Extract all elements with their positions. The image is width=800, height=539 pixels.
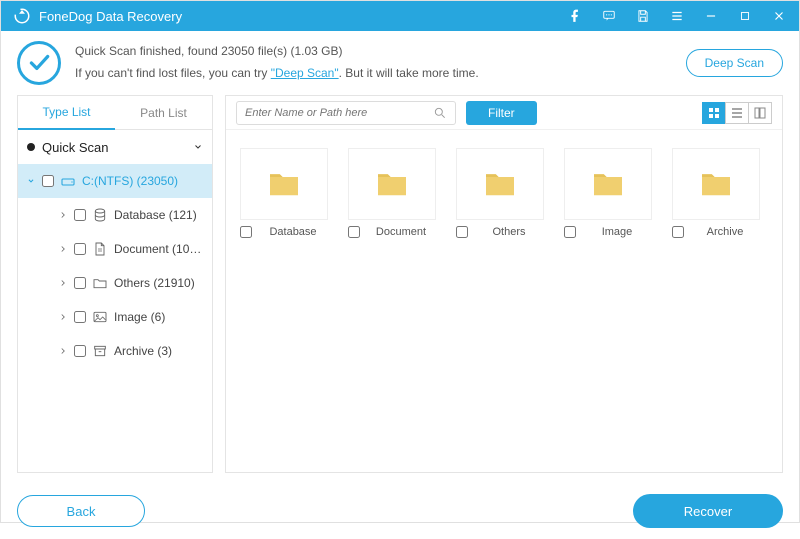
- view-switch: [702, 102, 772, 124]
- search-input-wrap[interactable]: [236, 101, 456, 125]
- scan-summary: Quick Scan finished, found 23050 file(s)…: [75, 41, 479, 63]
- bullet-icon: [26, 142, 36, 152]
- tree-root-quickscan[interactable]: Quick Scan: [18, 130, 212, 164]
- deep-scan-button[interactable]: Deep Scan: [686, 49, 783, 77]
- tree-item-label: Others (21910): [114, 276, 204, 290]
- tree-root-label: Quick Scan: [42, 140, 186, 155]
- deep-scan-link[interactable]: "Deep Scan": [271, 66, 339, 80]
- save-icon[interactable]: [635, 8, 651, 24]
- content-panel: Filter Database: [225, 95, 783, 473]
- sidebar: Type List Path List Quick Scan C:(NTFS) …: [17, 95, 213, 473]
- app-title: FoneDog Data Recovery: [39, 9, 182, 24]
- tree-item-checkbox[interactable]: [74, 277, 86, 289]
- folder-label: Image: [582, 226, 652, 238]
- drive-icon: [60, 173, 76, 189]
- folder-item-archive[interactable]: Archive: [672, 148, 760, 238]
- feedback-icon[interactable]: [601, 8, 617, 24]
- scan-hint: If you can't find lost files, you can tr…: [75, 63, 479, 85]
- menu-icon[interactable]: [669, 8, 685, 24]
- folder-checkbox[interactable]: [564, 226, 576, 238]
- folder-checkbox[interactable]: [240, 226, 252, 238]
- tab-path-list[interactable]: Path List: [115, 96, 212, 130]
- close-icon[interactable]: [771, 8, 787, 24]
- bottom-bar: Back Recover: [1, 483, 799, 539]
- chevron-down-icon: [26, 176, 36, 186]
- search-input[interactable]: [245, 107, 433, 119]
- filter-button[interactable]: Filter: [466, 101, 537, 125]
- tree-item-image[interactable]: Image (6): [18, 300, 212, 334]
- folder-grid: Database Document Others: [226, 130, 782, 256]
- sidebar-tabs: Type List Path List: [18, 96, 212, 130]
- back-button[interactable]: Back: [17, 495, 145, 527]
- chevron-right-icon: [58, 244, 68, 254]
- database-icon: [92, 207, 108, 223]
- tree-item-label: Archive (3): [114, 344, 204, 358]
- window-controls: [567, 8, 787, 24]
- tree-item-document[interactable]: Document (1010): [18, 232, 212, 266]
- folder-item-image[interactable]: Image: [564, 148, 652, 238]
- maximize-icon[interactable]: [737, 8, 753, 24]
- chevron-right-icon: [58, 346, 68, 356]
- titlebar: FoneDog Data Recovery: [1, 1, 799, 31]
- tree-item-checkbox[interactable]: [74, 345, 86, 357]
- tree-drive-label: C:(NTFS) (23050): [82, 174, 204, 188]
- view-grid-button[interactable]: [702, 102, 726, 124]
- folder-item-database[interactable]: Database: [240, 148, 328, 238]
- folder-icon: [672, 148, 760, 220]
- folder-item-document[interactable]: Document: [348, 148, 436, 238]
- folder-label: Others: [474, 226, 544, 238]
- folder-label: Document: [366, 226, 436, 238]
- folder-checkbox[interactable]: [348, 226, 360, 238]
- facebook-icon[interactable]: [567, 8, 583, 24]
- folder-item-others[interactable]: Others: [456, 148, 544, 238]
- folder-icon: [456, 148, 544, 220]
- tree-item-checkbox[interactable]: [74, 311, 86, 323]
- tree-item-archive[interactable]: Archive (3): [18, 334, 212, 368]
- folder-icon: [240, 148, 328, 220]
- tree-item-checkbox[interactable]: [74, 243, 86, 255]
- tree-item-label: Document (1010): [114, 242, 204, 256]
- search-icon: [433, 106, 447, 120]
- folder-label: Database: [258, 226, 328, 238]
- content-toolbar: Filter: [226, 96, 782, 130]
- tree-item-database[interactable]: Database (121): [18, 198, 212, 232]
- folder-icon: [92, 275, 108, 291]
- folder-label: Archive: [690, 226, 760, 238]
- tree-item-checkbox[interactable]: [74, 209, 86, 221]
- tree-item-label: Image (6): [114, 310, 204, 324]
- chevron-down-icon: [192, 141, 204, 153]
- file-tree: Quick Scan C:(NTFS) (23050) Database (12…: [18, 130, 212, 368]
- scan-status-bar: Quick Scan finished, found 23050 file(s)…: [1, 31, 799, 95]
- tree-item-label: Database (121): [114, 208, 204, 222]
- scan-complete-icon: [17, 41, 61, 85]
- logo-icon: [13, 7, 31, 25]
- tree-item-others[interactable]: Others (21910): [18, 266, 212, 300]
- folder-checkbox[interactable]: [456, 226, 468, 238]
- minimize-icon[interactable]: [703, 8, 719, 24]
- view-list-button[interactable]: [725, 102, 749, 124]
- view-detail-button[interactable]: [748, 102, 772, 124]
- archive-icon: [92, 343, 108, 359]
- chevron-right-icon: [58, 312, 68, 322]
- tab-type-list[interactable]: Type List: [18, 96, 115, 130]
- chevron-right-icon: [58, 210, 68, 220]
- folder-icon: [564, 148, 652, 220]
- document-icon: [92, 241, 108, 257]
- scan-status-message: Quick Scan finished, found 23050 file(s)…: [75, 41, 479, 84]
- tree-drive[interactable]: C:(NTFS) (23050): [18, 164, 212, 198]
- folder-icon: [348, 148, 436, 220]
- app-logo: FoneDog Data Recovery: [13, 7, 182, 25]
- folder-checkbox[interactable]: [672, 226, 684, 238]
- image-icon: [92, 309, 108, 325]
- chevron-right-icon: [58, 278, 68, 288]
- tree-drive-checkbox[interactable]: [42, 175, 54, 187]
